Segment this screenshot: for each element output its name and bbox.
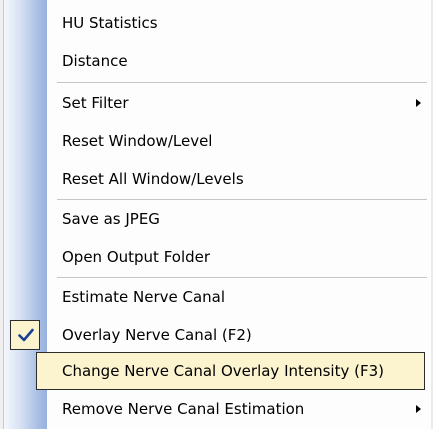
menu-item-hu-statistics[interactable]: HU Statistics bbox=[47, 4, 427, 42]
menu-item-reset-all-window-levels[interactable]: Reset All Window/Levels bbox=[47, 160, 427, 198]
check-highlight-box bbox=[10, 320, 40, 350]
submenu-arrow-icon bbox=[416, 405, 421, 413]
checkmark-icon bbox=[18, 328, 34, 342]
menu-item-remove-nerve-canal-estimation[interactable]: Remove Nerve Canal Estimation bbox=[47, 390, 427, 428]
menu-item-distance[interactable]: Distance bbox=[47, 42, 427, 80]
menu-item-label: Change Nerve Canal Overlay Intensity (F3… bbox=[62, 362, 385, 380]
menu-item-save-as-jpeg[interactable]: Save as JPEG bbox=[47, 200, 427, 238]
menu-item-label: Estimate Nerve Canal bbox=[62, 288, 226, 306]
menu-item-label: Reset All Window/Levels bbox=[62, 170, 244, 188]
context-menu: HU Statistics Distance Set Filter Reset … bbox=[0, 0, 433, 429]
menu-item-open-output-folder[interactable]: Open Output Folder bbox=[47, 238, 427, 276]
menu-item-label: Open Output Folder bbox=[62, 248, 211, 266]
menu-item-overlay-nerve-canal[interactable]: Overlay Nerve Canal (F2) bbox=[47, 316, 427, 354]
menu-item-label: Set Filter bbox=[62, 94, 129, 112]
menu-item-label: Save as JPEG bbox=[62, 210, 160, 228]
menu-item-set-filter[interactable]: Set Filter bbox=[47, 84, 427, 122]
menu-item-label: Remove Nerve Canal Estimation bbox=[62, 400, 305, 418]
menu-item-estimate-nerve-canal[interactable]: Estimate Nerve Canal bbox=[47, 278, 427, 316]
menu-item-label: HU Statistics bbox=[62, 14, 158, 32]
menu-item-label: Distance bbox=[62, 52, 128, 70]
menu-item-label: Overlay Nerve Canal (F2) bbox=[62, 326, 252, 344]
menu-item-change-overlay-intensity[interactable]: Change Nerve Canal Overlay Intensity (F3… bbox=[36, 352, 425, 390]
submenu-arrow-icon bbox=[416, 99, 421, 107]
menu-item-label: Reset Window/Level bbox=[62, 132, 213, 150]
menu-item-reset-window-level[interactable]: Reset Window/Level bbox=[47, 122, 427, 160]
